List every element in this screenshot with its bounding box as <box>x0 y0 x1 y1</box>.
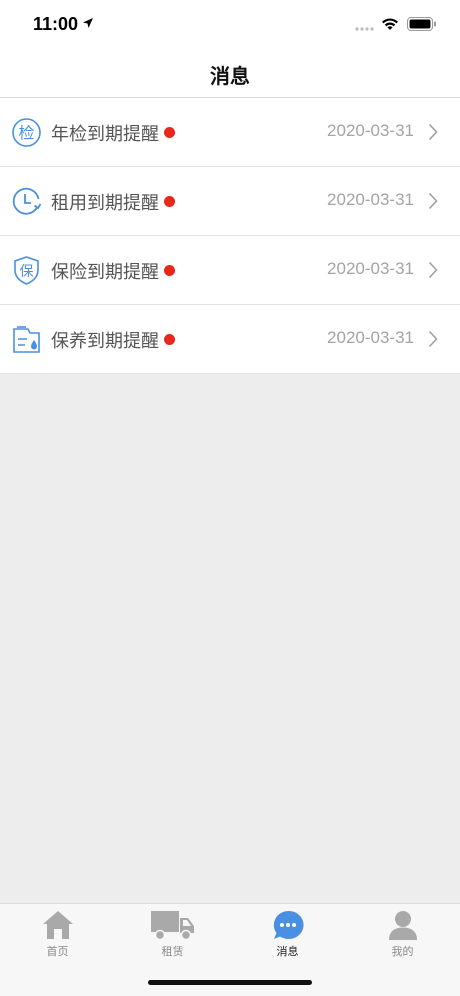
message-row-rental-expiry[interactable]: 租用到期提醒 2020-03-31 <box>0 167 460 236</box>
message-date: 2020-03-31 <box>327 190 414 209</box>
page-title: 消息 <box>210 64 250 88</box>
tab-rental[interactable]: 租赁 <box>115 904 230 964</box>
navigation-bar: 消息 <box>0 50 460 98</box>
message-list: 检 年检到期提醒 2020-03-31 租用到期提醒 2020-03-31 保 … <box>0 98 460 374</box>
home-indicator <box>148 980 312 985</box>
person-icon <box>388 911 417 940</box>
chevron-right-icon <box>428 123 438 141</box>
chevron-right-icon <box>428 330 438 348</box>
tab-home[interactable]: 首页 <box>0 904 115 964</box>
message-row-insurance-expiry[interactable]: 保 保险到期提醒 2020-03-31 <box>0 236 460 305</box>
status-bar: 11:00 <box>0 0 460 50</box>
unread-dot <box>164 127 175 138</box>
message-title: 保险到期提醒 <box>51 262 159 283</box>
tab-mine-label: 我的 <box>391 945 414 958</box>
message-title: 租用到期提醒 <box>51 193 159 214</box>
unread-dot <box>164 196 175 207</box>
message-title: 年检到期提醒 <box>51 124 159 145</box>
message-title: 保养到期提醒 <box>51 331 159 352</box>
unread-dot <box>164 334 175 345</box>
cellular-signal-icon <box>355 27 374 31</box>
truck-icon <box>150 911 194 941</box>
chat-bubble-icon <box>273 910 304 939</box>
inspection-icon: 检 <box>12 118 41 147</box>
message-date: 2020-03-31 <box>327 328 414 347</box>
location-arrow-icon <box>83 18 93 28</box>
tab-mine[interactable]: 我的 <box>345 904 460 964</box>
battery-icon <box>407 17 436 31</box>
message-date: 2020-03-31 <box>327 259 414 278</box>
chevron-right-icon <box>428 192 438 210</box>
message-date: 2020-03-31 <box>327 121 414 140</box>
chevron-right-icon <box>428 261 438 279</box>
message-row-annual-inspection[interactable]: 检 年检到期提醒 2020-03-31 <box>0 98 460 167</box>
inspection-icon-text: 检 <box>18 124 34 143</box>
tab-home-label: 首页 <box>46 945 69 958</box>
maintenance-icon <box>13 326 40 353</box>
message-row-maintenance-expiry[interactable]: 保养到期提醒 2020-03-31 <box>0 305 460 374</box>
insurance-icon-text: 保 <box>20 264 34 280</box>
clock-icon <box>12 187 42 215</box>
tab-messages[interactable]: 消息 <box>230 904 345 964</box>
tab-rental-label: 租赁 <box>161 945 184 958</box>
tab-messages-label: 消息 <box>276 945 299 958</box>
home-icon <box>42 911 73 939</box>
status-time: 11:00 <box>33 14 79 34</box>
wifi-icon <box>382 18 398 30</box>
insurance-shield-icon: 保 <box>14 256 39 285</box>
unread-dot <box>164 265 175 276</box>
